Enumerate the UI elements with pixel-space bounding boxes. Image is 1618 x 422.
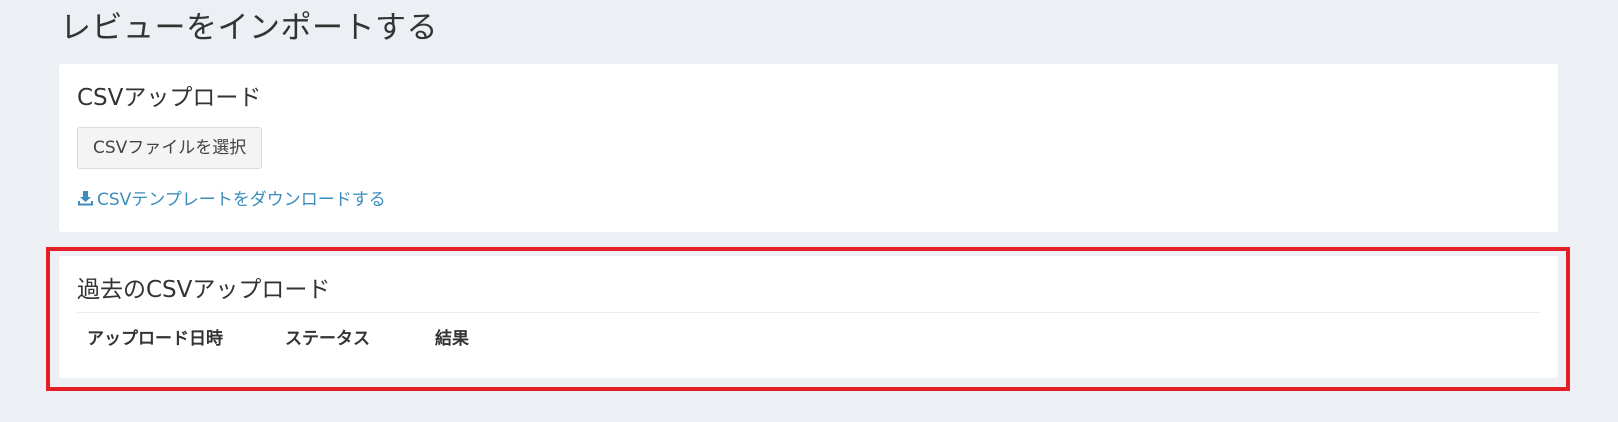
column-header-upload-datetime: アップロード日時: [87, 329, 223, 349]
csv-upload-title: CSVアップロード: [77, 85, 262, 111]
csv-upload-card: CSVアップロード CSVファイルを選択 CSVテンプレートをダウンロードする: [59, 64, 1558, 232]
download-csv-template-label: CSVテンプレートをダウンロードする: [97, 190, 386, 210]
select-csv-file-button[interactable]: CSVファイルを選択: [77, 127, 263, 169]
column-header-result: 結果: [435, 329, 469, 349]
page-title: レビューをインポートする: [60, 10, 438, 46]
past-csv-uploads-card: 過去のCSVアップロード アップロード日時 ステータス 結果: [59, 256, 1558, 378]
past-csv-uploads-title: 過去のCSVアップロード: [77, 277, 331, 303]
column-header-status: ステータス: [285, 329, 370, 349]
download-icon: [77, 190, 94, 206]
divider: [77, 312, 1540, 313]
download-csv-template-link[interactable]: CSVテンプレートをダウンロードする: [77, 185, 386, 210]
uploads-table-header: アップロード日時 ステータス 結果: [87, 324, 515, 349]
